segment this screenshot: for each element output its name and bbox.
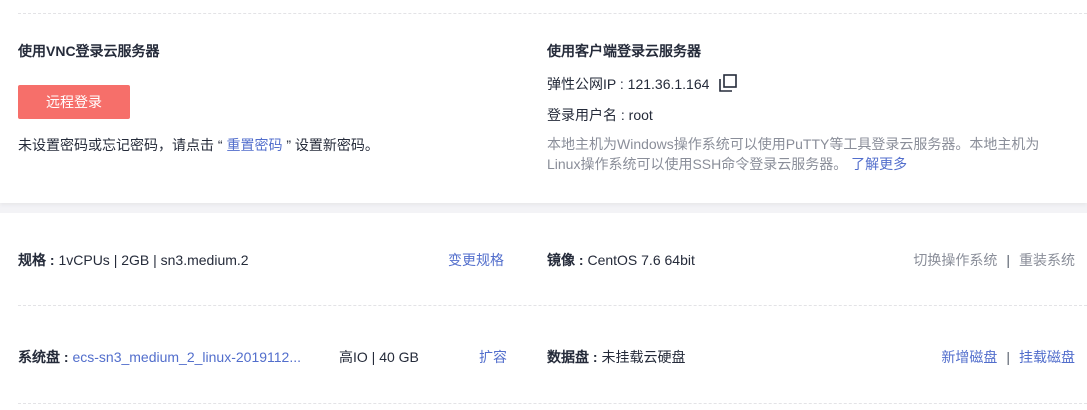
data-disk-actions-separator: | bbox=[1006, 349, 1010, 365]
client-login-title: 使用客户端登录云服务器 bbox=[547, 43, 701, 59]
attach-disk-link[interactable]: 挂载磁盘 bbox=[1019, 349, 1075, 365]
change-spec-link[interactable]: 变更规格 bbox=[448, 250, 504, 270]
spec-label: 规格 : bbox=[18, 252, 59, 268]
system-disk-name-link[interactable]: ecs-sn3_medium_2_linux-2019112... bbox=[72, 349, 301, 365]
data-disk-label: 数据盘 : bbox=[547, 349, 602, 365]
hint-suffix: ” 设置新密码。 bbox=[282, 137, 379, 153]
image-actions-separator: | bbox=[1006, 252, 1010, 268]
client-desc-line2: Linux操作系统可以使用SSH命令登录云服务器。 了解更多 bbox=[547, 154, 907, 174]
divider bbox=[18, 305, 1087, 306]
spec-row: 规格 : 1vCPUs | 2GB | sn3.medium.2 bbox=[18, 250, 249, 270]
client-desc-text: Linux操作系统可以使用SSH命令登录云服务器。 bbox=[547, 156, 852, 172]
image-actions: 切换操作系统 | 重装系统 bbox=[913, 250, 1075, 270]
add-disk-link[interactable]: 新增磁盘 bbox=[941, 349, 997, 365]
image-value: CentOS 7.6 64bit bbox=[587, 252, 695, 268]
login-user-value: root bbox=[628, 107, 653, 123]
copy-icon[interactable] bbox=[719, 74, 738, 93]
divider bbox=[18, 13, 1087, 14]
public-ip-label: 弹性公网IP : bbox=[547, 76, 628, 92]
public-ip-value: 121.36.1.164 bbox=[627, 76, 710, 92]
client-desc-line1: 本地主机为Windows操作系统可以使用PuTTY等工具登录云服务器。本地主机为 bbox=[547, 136, 1040, 152]
login-user-row: 登录用户名 : root bbox=[547, 105, 653, 125]
divider bbox=[18, 403, 1087, 404]
data-disk-row: 数据盘 : 未挂载云硬盘 bbox=[547, 347, 685, 367]
reset-password-hint: 未设置密码或忘记密码，请点击 “ 重置密码 ” 设置新密码。 bbox=[18, 135, 379, 155]
hint-prefix: 未设置密码或忘记密码，请点击 “ bbox=[18, 137, 227, 153]
spec-value: 1vCPUs | 2GB | sn3.medium.2 bbox=[58, 252, 249, 268]
data-disk-actions: 新增磁盘 | 挂载磁盘 bbox=[941, 347, 1075, 367]
image-label: 镜像 : bbox=[547, 252, 588, 268]
remote-login-button[interactable]: 远程登录 bbox=[18, 85, 130, 119]
login-user-label: 登录用户名 : bbox=[547, 107, 629, 123]
public-ip-row: 弹性公网IP : 121.36.1.164 bbox=[547, 74, 738, 94]
expand-disk-link[interactable]: 扩容 bbox=[479, 347, 507, 367]
data-disk-value: 未挂载云硬盘 bbox=[601, 349, 686, 365]
switch-os-link[interactable]: 切换操作系统 bbox=[913, 252, 997, 268]
reinstall-os-link[interactable]: 重装系统 bbox=[1019, 252, 1075, 268]
system-disk-row: 系统盘 : ecs-sn3_medium_2_linux-2019112... bbox=[18, 347, 301, 367]
vnc-login-title: 使用VNC登录云服务器 bbox=[18, 43, 160, 59]
system-disk-type-size: 高IO | 40 GB bbox=[339, 349, 419, 365]
login-panel: 使用VNC登录云服务器 远程登录 未设置密码或忘记密码，请点击 “ 重置密码 ”… bbox=[0, 0, 1087, 203]
system-disk-label: 系统盘 : bbox=[18, 349, 73, 365]
learn-more-link[interactable]: 了解更多 bbox=[851, 156, 907, 172]
instance-info-panel: 规格 : 1vCPUs | 2GB | sn3.medium.2 变更规格 镜像… bbox=[0, 213, 1087, 410]
reset-password-link[interactable]: 重置密码 bbox=[226, 137, 282, 153]
image-row: 镜像 : CentOS 7.6 64bit bbox=[547, 250, 695, 270]
